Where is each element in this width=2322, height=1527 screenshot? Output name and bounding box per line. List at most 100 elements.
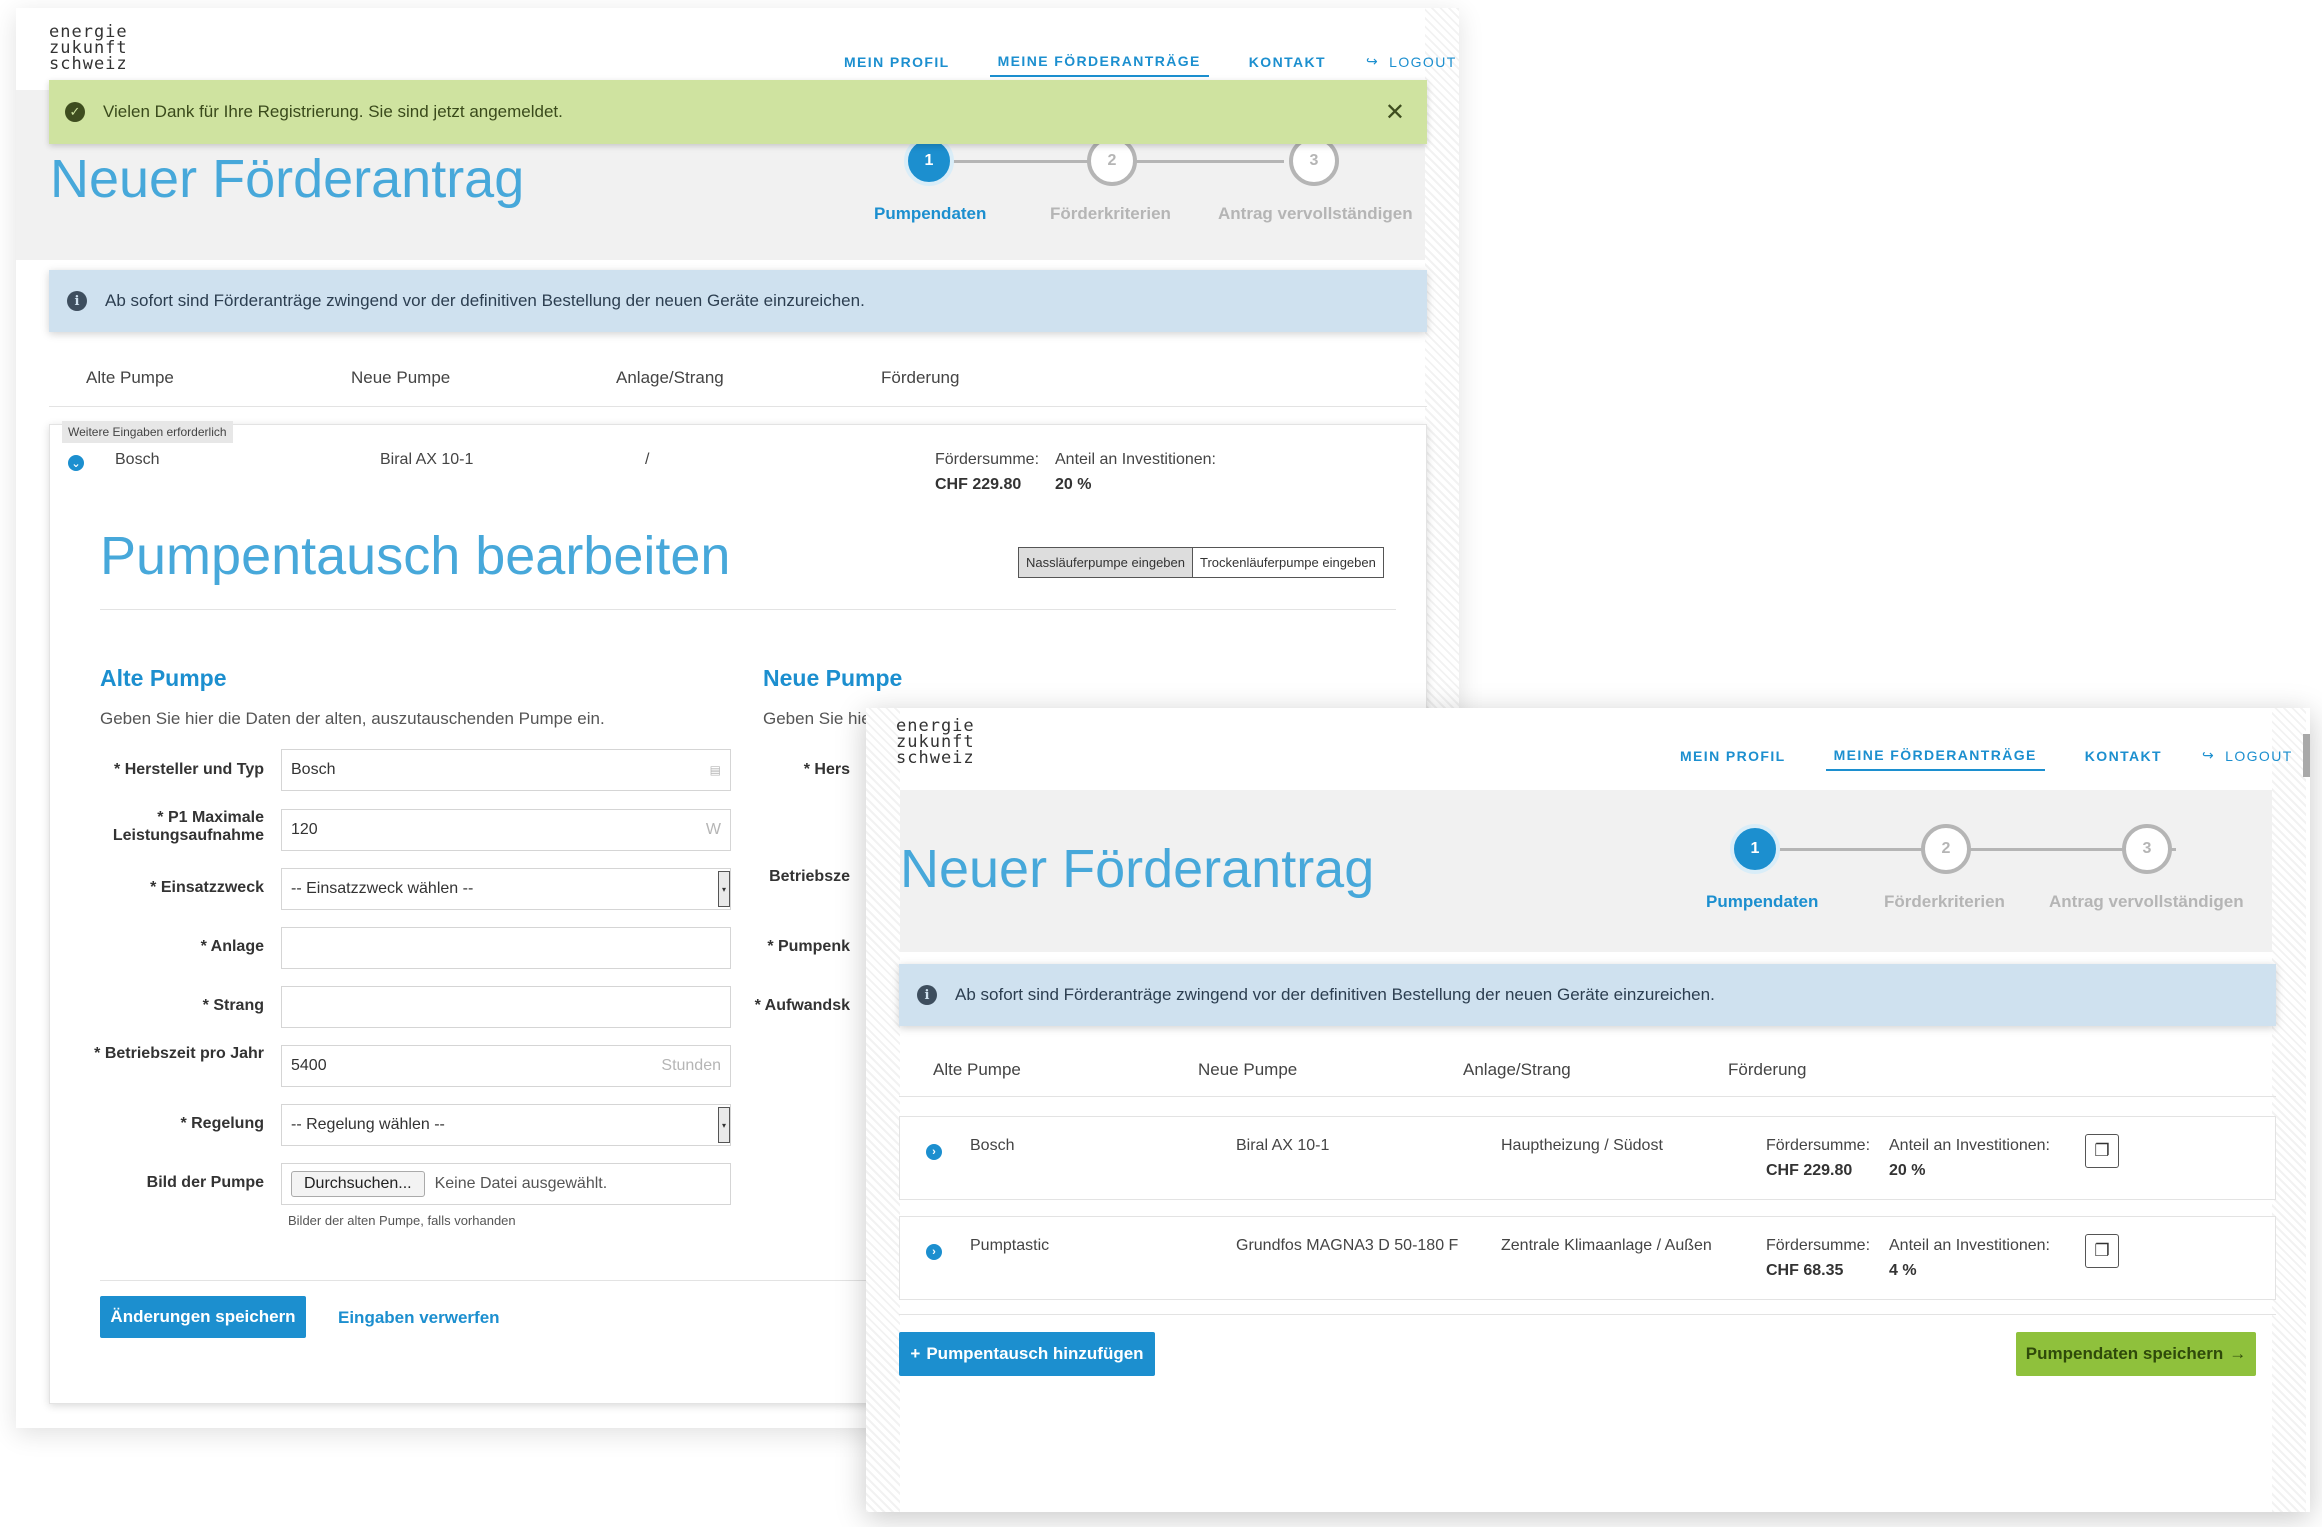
info-text: Ab sofort sind Förderanträge zwingend vo…: [105, 291, 865, 310]
logout-icon: ↪: [1366, 53, 1380, 69]
anteil-label: Anteil an Investitionen:: [1889, 1237, 2050, 1254]
cell-alte-pumpe: Bosch: [970, 1137, 1015, 1154]
cell-neue-pumpe: Biral AX 10-1: [1236, 1137, 1330, 1154]
step-line: [1766, 848, 2176, 851]
logout-link[interactable]: ↪ LOGOUT: [1366, 53, 1457, 70]
col-foerderung: Förderung: [1728, 1060, 1807, 1079]
foerdersumme-label: Fördersumme:: [1766, 1237, 1871, 1254]
bild-file-input[interactable]: Durchsuchen... Keine Datei ausgewählt.: [281, 1163, 731, 1205]
foerdersumme-label: Fördersumme:: [1766, 1137, 1871, 1154]
table-row[interactable]: › Pumptastic Grundfos MAGNA3 D 50-180 F …: [899, 1216, 2276, 1300]
col-anlage-strang: Anlage/Strang: [1463, 1060, 1571, 1079]
logout-link[interactable]: ↪ LOGOUT: [2202, 747, 2293, 764]
nav-mein-profil[interactable]: MEIN PROFIL: [1672, 742, 1794, 770]
p1-label: * P1 Maximale Leistungsaufnahme: [112, 809, 264, 844]
page-title: Neuer Förderantrag: [900, 839, 1375, 899]
form-title: Pumpentausch bearbeiten: [100, 526, 731, 586]
contact-card-icon: ▤: [709, 763, 721, 777]
step-2-label: Förderkriterien: [1050, 204, 1171, 223]
table-header: Alte Pumpe Neue Pumpe Anlage/Strang Förd…: [16, 368, 1425, 398]
step-3-label: Antrag vervollständigen: [2049, 892, 2244, 911]
neu-label-2: Betriebsze: [769, 868, 850, 885]
nasslaeufer-button[interactable]: Nassläuferpumpe eingeben: [1019, 548, 1193, 577]
step-2-label: Förderkriterien: [1884, 892, 2005, 911]
p1-input[interactable]: 120 W: [281, 809, 731, 851]
foerdersumme-value: CHF 229.80: [1766, 1162, 1853, 1179]
info-icon: i: [67, 291, 87, 311]
pump-type-toggle: Nassläuferpumpe eingeben Trockenläuferpu…: [1018, 547, 1384, 578]
anteil-label: Anteil an Investitionen:: [1055, 451, 1216, 468]
expand-icon[interactable]: ›: [926, 1244, 942, 1260]
nav-meine-foerderantraege[interactable]: MEINE FÖRDERANTRÄGE: [1825, 741, 2045, 771]
alte-pumpe-heading: Alte Pumpe: [100, 665, 227, 691]
cell-neue-pumpe: Biral AX 10-1: [380, 451, 474, 468]
logo[interactable]: energie zukunft schweiz: [49, 24, 128, 73]
stepper: 1 2 3 Pumpendaten Förderkriterien Antrag…: [1706, 824, 2266, 924]
anlage-label: * Anlage: [200, 938, 264, 955]
divider: [100, 609, 1396, 610]
divider: [49, 406, 1427, 407]
neu-label-3: * Pumpenk: [767, 938, 850, 955]
expand-icon[interactable]: ›: [926, 1144, 942, 1160]
anteil-value: 20 %: [1055, 476, 1092, 493]
foerdersumme-value: CHF 68.35: [1766, 1262, 1844, 1279]
dropdown-arrow-icon: ▾: [718, 1107, 730, 1143]
cell-alte-pumpe: Pumptastic: [970, 1237, 1050, 1254]
nav-mein-profil[interactable]: MEIN PROFIL: [836, 48, 958, 76]
trockenlaeufer-button[interactable]: Trockenläuferpumpe eingeben: [1193, 548, 1383, 577]
betrieb-input[interactable]: 5400 Stunden: [281, 1045, 731, 1087]
info-alert: i Ab sofort sind Förderanträge zwingend …: [899, 964, 2276, 1026]
divider: [899, 1096, 2276, 1097]
betrieb-label: * Betriebszeit pro Jahr: [94, 1045, 264, 1062]
step-1-label: Pumpendaten: [1706, 892, 1819, 911]
col-neue-pumpe: Neue Pumpe: [351, 368, 451, 387]
step-2-circle[interactable]: 2: [1921, 824, 1971, 874]
strang-input[interactable]: [281, 986, 731, 1028]
nav-kontakt[interactable]: KONTAKT: [2077, 742, 2170, 770]
col-alte-pumpe: Alte Pumpe: [933, 1060, 1021, 1079]
einsatz-select[interactable]: -- Einsatzzweck wählen -- ▾: [281, 868, 731, 910]
logo[interactable]: energie zukunft schweiz: [896, 718, 975, 767]
save-changes-button[interactable]: Änderungen speichern: [100, 1296, 306, 1338]
anteil-value: 20 %: [1889, 1162, 1926, 1179]
anteil-label: Anteil an Investitionen:: [1889, 1137, 2050, 1154]
step-1-circle[interactable]: 1: [1730, 824, 1780, 874]
neu-label-1: * Hers: [803, 761, 850, 778]
table-header: Alte Pumpe Neue Pumpe Anlage/Strang Förd…: [866, 1060, 2272, 1090]
copy-icon[interactable]: ❐: [2085, 1134, 2119, 1168]
col-neue-pumpe: Neue Pumpe: [1198, 1060, 1298, 1079]
hersteller-input[interactable]: Bosch ▤: [281, 749, 731, 791]
save-pumpendaten-button[interactable]: Pumpendaten speichern →: [2016, 1332, 2256, 1376]
discard-link[interactable]: Eingaben verwerfen: [338, 1308, 500, 1328]
dropdown-arrow-icon: ▾: [718, 871, 730, 907]
main-nav: MEIN PROFIL MEINE FÖRDERANTRÄGE KONTAKT …: [836, 40, 1459, 83]
plus-icon: +: [910, 1344, 921, 1363]
step-3-circle[interactable]: 3: [2122, 824, 2172, 874]
copy-icon[interactable]: ❐: [2085, 1234, 2119, 1268]
divider: [899, 1314, 2276, 1315]
cell-neue-pumpe: Grundfos MAGNA3 D 50-180 F: [1236, 1237, 1459, 1254]
close-icon[interactable]: ✕: [1385, 98, 1405, 127]
cell-anlage-strang: Hauptheizung / Südost: [1501, 1137, 1663, 1154]
info-alert: i Ab sofort sind Förderanträge zwingend …: [49, 270, 1427, 332]
strang-label: * Strang: [202, 997, 264, 1014]
table-row[interactable]: › Bosch Biral AX 10-1 Hauptheizung / Süd…: [899, 1116, 2276, 1200]
cell-alte-pumpe: Bosch: [115, 451, 160, 468]
einsatz-label: * Einsatzzweck: [150, 879, 264, 896]
hatch-pattern: [866, 708, 900, 1512]
collapse-icon[interactable]: ⌄: [68, 455, 84, 471]
language-dropdown[interactable]: DE ⌄: [2302, 734, 2310, 777]
browse-button[interactable]: Durchsuchen...: [291, 1171, 425, 1197]
anlage-input[interactable]: [281, 927, 731, 969]
col-foerderung: Förderung: [881, 368, 960, 387]
nav-kontakt[interactable]: KONTAKT: [1241, 48, 1334, 76]
success-alert: ✓ Vielen Dank für Ihre Registrierung. Si…: [49, 80, 1427, 144]
nav-meine-foerderantraege[interactable]: MEINE FÖRDERANTRÄGE: [989, 47, 1209, 77]
main-nav: MEIN PROFIL MEINE FÖRDERANTRÄGE KONTAKT …: [1672, 734, 2310, 777]
add-pumpentausch-button[interactable]: + Pumpentausch hinzufügen: [899, 1332, 1155, 1376]
cell-anlage-strang: /: [645, 451, 650, 468]
regelung-select[interactable]: -- Regelung wählen -- ▾: [281, 1104, 731, 1146]
foerdersumme-value: CHF 229.80: [935, 476, 1022, 493]
neu-label-4: * Aufwandsk: [754, 997, 850, 1014]
neue-pumpe-heading: Neue Pumpe: [763, 665, 903, 691]
